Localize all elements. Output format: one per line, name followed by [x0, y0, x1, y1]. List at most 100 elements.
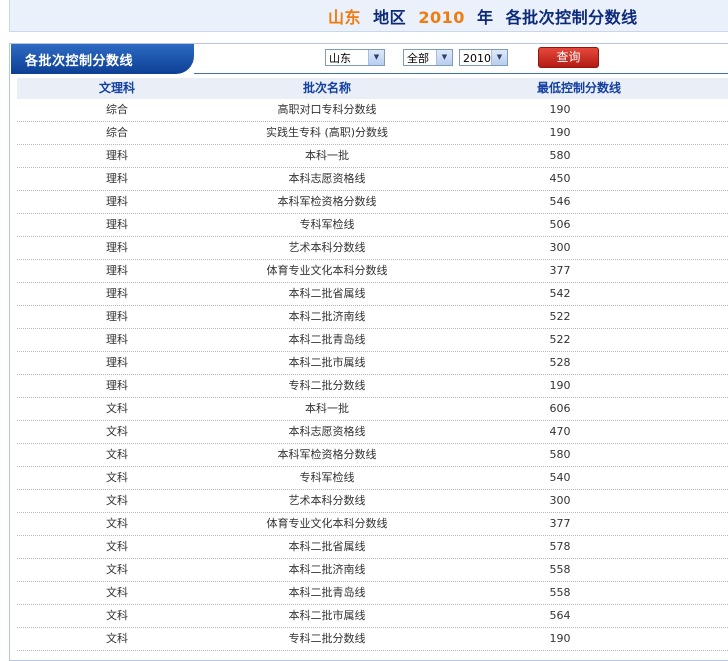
table-row: 综合 实践生专科 (高职)分数线 190 — [17, 122, 728, 145]
cell-batch-name: 专科军检线 — [299, 471, 355, 484]
cell-min-score: 377 — [549, 517, 571, 530]
cell-batch-name: 体育专业文化本科分数线 — [266, 517, 388, 530]
cell-min-score: 470 — [549, 425, 571, 438]
tab-divider — [194, 73, 728, 74]
cell-min-score: 606 — [549, 402, 571, 415]
table-row: 理科 本科一批 580 — [17, 145, 728, 168]
cell-category: 文科 — [106, 632, 128, 645]
cell-category: 文科 — [106, 609, 128, 622]
table-header: 文理科 批次名称 最低控制分数线 — [17, 78, 728, 99]
cell-category: 综合 — [106, 103, 128, 116]
table-row: 文科 本科二批市属线 564 — [17, 605, 728, 628]
table-row: 综合 高职对口专科分数线 190 — [17, 99, 728, 122]
chevron-down-icon: ▼ — [436, 50, 452, 65]
cell-category: 文科 — [106, 563, 128, 576]
cell-batch-name: 高职对口专科分数线 — [277, 103, 377, 116]
cell-category: 文科 — [106, 540, 128, 553]
table-row: 理科 本科二批市属线 528 — [17, 352, 728, 375]
cell-batch-name: 本科志愿资格线 — [288, 425, 366, 438]
cell-min-score: 300 — [549, 241, 571, 254]
cell-min-score: 450 — [549, 172, 571, 185]
cell-batch-name: 本科军检资格分数线 — [277, 195, 377, 208]
table-row: 理科 本科二批省属线 542 — [17, 283, 728, 306]
cell-batch-name: 本科二批省属线 — [288, 287, 366, 300]
cell-category: 文科 — [106, 402, 128, 415]
cell-min-score: 580 — [549, 149, 571, 162]
table-row: 文科 本科二批省属线 578 — [17, 536, 728, 559]
cell-batch-name: 本科一批 — [305, 402, 349, 415]
cell-category: 理科 — [106, 241, 128, 254]
cell-category: 理科 — [106, 149, 128, 162]
chevron-down-icon: ▼ — [491, 50, 507, 65]
cell-min-score: 506 — [549, 218, 571, 231]
table-row: 文科 本科志愿资格线 470 — [17, 421, 728, 444]
cell-batch-name: 专科二批分数线 — [288, 379, 366, 392]
year-select-value: 2010 — [463, 52, 491, 65]
cell-category: 理科 — [106, 195, 128, 208]
cell-batch-name: 实践生专科 (高职)分数线 — [265, 126, 389, 139]
cell-category: 理科 — [106, 333, 128, 346]
page-title: 山东 地区 2010 年 各批次控制分数线 — [328, 4, 638, 28]
table-row: 理科 艺术本科分数线 300 — [17, 237, 728, 260]
cell-category: 理科 — [106, 379, 128, 392]
category-select[interactable]: 全部 ▼ — [403, 49, 453, 66]
province-select[interactable]: 山东 ▼ — [325, 49, 385, 66]
table-row: 文科 艺术本科分数线 300 — [17, 490, 728, 513]
year-select[interactable]: 2010 ▼ — [459, 49, 508, 66]
chevron-down-icon: ▼ — [368, 50, 384, 65]
category-select-value: 全部 — [407, 52, 429, 65]
cell-min-score: 558 — [549, 586, 571, 599]
header-category: 文理科 — [98, 81, 135, 95]
cell-category: 理科 — [106, 287, 128, 300]
cell-min-score: 546 — [549, 195, 571, 208]
cell-batch-name: 专科二批分数线 — [288, 632, 366, 645]
cell-batch-name: 本科二批青岛线 — [288, 333, 366, 346]
cell-batch-name: 艺术本科分数线 — [288, 241, 366, 254]
cell-batch-name: 本科二批青岛线 — [288, 586, 366, 599]
cell-min-score: 564 — [549, 609, 571, 622]
cell-min-score: 528 — [549, 356, 571, 369]
cell-min-score: 190 — [549, 103, 571, 116]
cell-min-score: 190 — [549, 632, 571, 645]
table-row: 理科 体育专业文化本科分数线 377 — [17, 260, 728, 283]
cell-batch-name: 本科二批济南线 — [288, 310, 366, 323]
title-region: 山东 — [328, 8, 362, 27]
cell-batch-name: 本科志愿资格线 — [288, 172, 366, 185]
table-row: 理科 专科二批分数线 190 — [17, 375, 728, 398]
cell-category: 理科 — [106, 172, 128, 185]
table-row: 理科 本科志愿资格线 450 — [17, 168, 728, 191]
cell-category: 理科 — [106, 310, 128, 323]
title-year-suffix: 年 — [476, 8, 494, 27]
table-row: 文科 体育专业文化本科分数线 377 — [17, 513, 728, 536]
title-year: 2010 — [418, 8, 465, 27]
cell-batch-name: 本科二批市属线 — [288, 356, 366, 369]
table-row: 文科 本科二批青岛线 558 — [17, 582, 728, 605]
table-row: 文科 本科军检资格分数线 580 — [17, 444, 728, 467]
query-button[interactable]: 查询 — [538, 47, 599, 68]
cell-batch-name: 本科二批济南线 — [288, 563, 366, 576]
cell-batch-name: 本科二批省属线 — [288, 540, 366, 553]
cell-min-score: 522 — [549, 310, 571, 323]
table-row: 理科 本科军检资格分数线 546 — [17, 191, 728, 214]
section-tab: 各批次控制分数线 — [11, 44, 194, 74]
cell-batch-name: 本科二批市属线 — [288, 609, 366, 622]
cell-min-score: 580 — [549, 448, 571, 461]
cell-category: 文科 — [106, 471, 128, 484]
province-select-value: 山东 — [329, 52, 351, 65]
cell-category: 理科 — [106, 356, 128, 369]
cell-batch-name: 本科一批 — [305, 149, 349, 162]
section-tab-label: 各批次控制分数线 — [25, 54, 134, 69]
cell-batch-name: 专科军检线 — [299, 218, 355, 231]
cell-min-score: 190 — [549, 126, 571, 139]
cell-min-score: 540 — [549, 471, 571, 484]
table-row: 理科 本科二批青岛线 522 — [17, 329, 728, 352]
cell-min-score: 522 — [549, 333, 571, 346]
cell-category: 理科 — [106, 218, 128, 231]
header-min-score: 最低控制分数线 — [537, 81, 622, 95]
table-body: 综合 高职对口专科分数线 190 综合 实践生专科 (高职)分数线 190 理科 本科一批 58… — [17, 99, 728, 651]
cell-batch-name: 本科军检资格分数线 — [277, 448, 377, 461]
cell-min-score: 542 — [549, 287, 571, 300]
cell-min-score: 558 — [549, 563, 571, 576]
page-title-bar: 山东 地区 2010 年 各批次控制分数线 — [9, 0, 728, 32]
cell-category: 文科 — [106, 425, 128, 438]
